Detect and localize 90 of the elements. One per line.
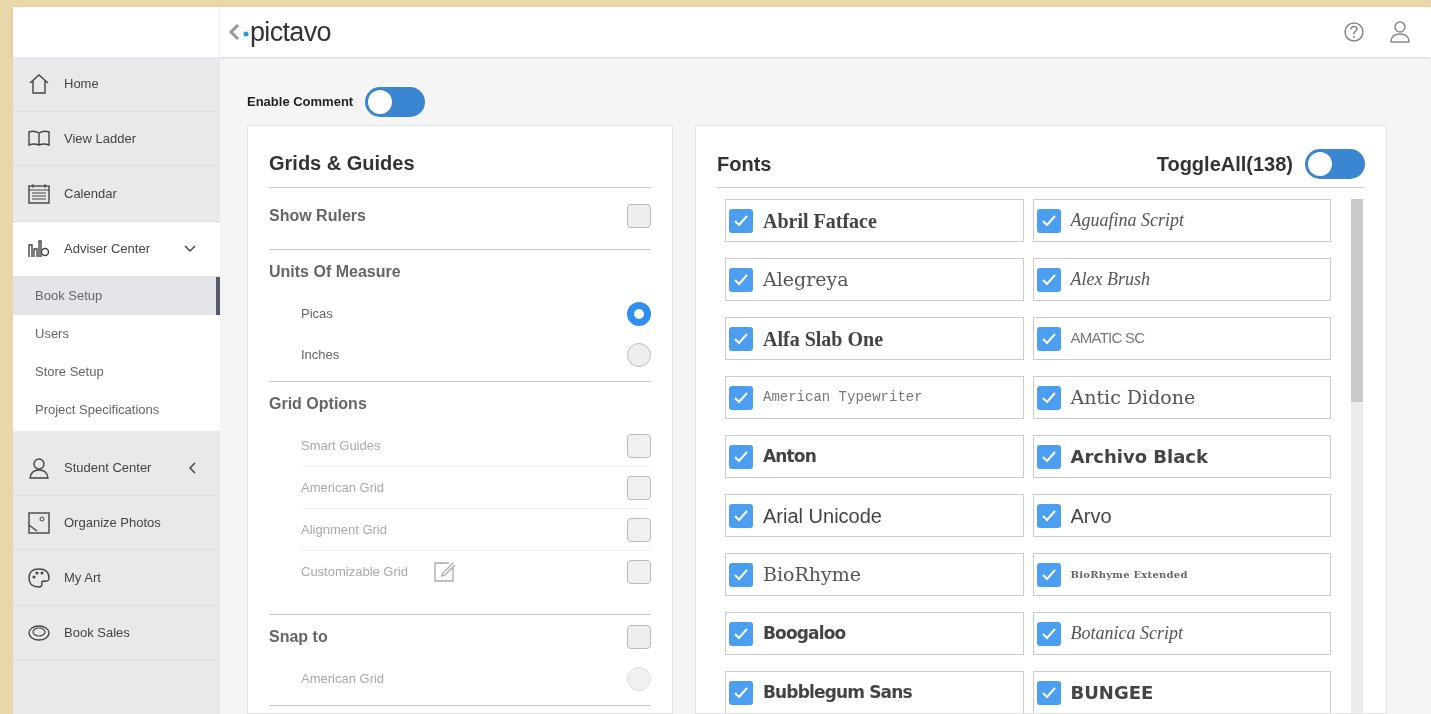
checkbox[interactable] (1036, 680, 1061, 705)
chevron-left-icon (188, 462, 196, 474)
checkbox[interactable] (1036, 385, 1061, 410)
help-icon[interactable] (1343, 21, 1365, 43)
logo-dot-icon (242, 30, 250, 38)
checkbox[interactable] (1036, 267, 1061, 292)
section-title: Show Rulers (269, 205, 367, 226)
checkmark-icon (1040, 213, 1057, 228)
checkbox[interactable] (729, 621, 753, 646)
option-label: Customizable Grid (301, 562, 408, 581)
checkmark-icon (733, 508, 749, 523)
checkmark-icon (733, 331, 749, 346)
font-option[interactable]: Arial Unicode (725, 494, 1024, 537)
option-label: American Grid (301, 669, 385, 688)
font-option[interactable]: Botanica Script (1032, 612, 1331, 655)
option-label: American Grid (301, 478, 385, 497)
checkmark-icon (1040, 626, 1057, 641)
checkbox[interactable] (729, 444, 753, 469)
checkmark-icon (733, 685, 749, 700)
person-icon (27, 456, 51, 480)
font-option[interactable]: Antic Didone (1032, 376, 1331, 419)
checkmark-icon (1040, 331, 1057, 346)
checkmark-icon (1040, 567, 1057, 582)
font-option[interactable]: Anton (725, 435, 1024, 478)
logo: pictavo (250, 18, 331, 46)
font-option[interactable]: Archivo Black (1032, 435, 1331, 478)
font-option[interactable]: Abril Fatface (725, 199, 1024, 242)
font-option[interactable]: Aguafina Script (1032, 199, 1331, 242)
checkmark-icon (1040, 390, 1057, 405)
checkbox[interactable] (729, 385, 753, 410)
checkbox[interactable] (1036, 444, 1061, 469)
font-option[interactable]: Arvo (1032, 494, 1331, 537)
panel-title: Grids & Guides (269, 148, 651, 188)
checkbox[interactable] (1036, 503, 1061, 528)
back-chevron-icon[interactable] (228, 22, 240, 42)
panel-title: Fonts (717, 151, 773, 177)
user-icon[interactable] (1389, 20, 1411, 44)
checkbox[interactable] (729, 267, 753, 292)
checkbox[interactable] (729, 562, 753, 587)
font-option[interactable]: Alegreya (725, 258, 1024, 301)
calendar-icon (27, 182, 51, 206)
font-option[interactable]: American Typewriter (725, 376, 1024, 419)
checkmark-icon (733, 567, 749, 582)
checkbox[interactable] (729, 680, 753, 705)
section-title: Snap to (269, 626, 329, 647)
checkbox[interactable] (1036, 562, 1061, 587)
section-title: Units Of Measure (269, 261, 402, 282)
sidebar-subitem[interactable]: Book Setup (13, 277, 220, 315)
font-option[interactable]: BioRhyme (725, 553, 1024, 596)
checkbox[interactable] (1036, 621, 1061, 646)
font-option[interactable]: BUNGEE (1032, 671, 1331, 713)
option-label: Inches (301, 345, 340, 364)
checkbox[interactable] (1036, 208, 1061, 233)
section-title: Grid Options (269, 393, 368, 414)
toggle-all-label: ToggleAll(138) (1156, 151, 1293, 177)
palette-icon (27, 566, 51, 590)
checkbox[interactable] (729, 208, 753, 233)
radio-button[interactable] (627, 301, 651, 326)
radio-button[interactable] (627, 342, 651, 367)
checkbox[interactable] (627, 624, 651, 649)
font-option[interactable]: BioRhyme Extended (1032, 553, 1331, 596)
checkbox[interactable] (1036, 326, 1061, 351)
enable-comment-toggle[interactable] (365, 87, 426, 117)
scrollbar[interactable] (1351, 199, 1363, 713)
checkmark-icon (1040, 272, 1057, 287)
enable-comment-label: Enable Comment (247, 93, 354, 112)
option-label: Smart Guides (301, 436, 381, 455)
checkmark-icon (1040, 449, 1057, 464)
checkmark-icon (733, 390, 749, 405)
checkbox[interactable] (729, 326, 753, 351)
checkmark-icon (733, 449, 749, 464)
font-option[interactable]: Alfa Slab One (725, 317, 1024, 360)
font-option[interactable]: Bubblegum Sans (725, 671, 1024, 713)
checkmark-icon (1040, 508, 1057, 523)
home-icon (27, 72, 51, 96)
checkbox[interactable] (627, 203, 651, 228)
sidebar-item[interactable]: Adviser Center (13, 222, 220, 277)
chevron-down-icon (184, 245, 196, 253)
checkbox[interactable] (729, 503, 753, 528)
checkmark-icon (733, 626, 749, 641)
picture-icon (27, 511, 51, 535)
option-label: Alignment Grid (301, 520, 387, 539)
font-option[interactable]: Alex Brush (1032, 258, 1331, 301)
checkmark-icon (1040, 685, 1057, 700)
toggle-all-switch[interactable] (1305, 148, 1365, 179)
font-option[interactable]: Boogaloo (725, 612, 1024, 655)
checkmark-icon (733, 213, 749, 228)
checkmark-icon (733, 272, 749, 287)
option-label: Picas (301, 304, 333, 323)
font-option[interactable]: AMATIC SC (1032, 317, 1331, 360)
